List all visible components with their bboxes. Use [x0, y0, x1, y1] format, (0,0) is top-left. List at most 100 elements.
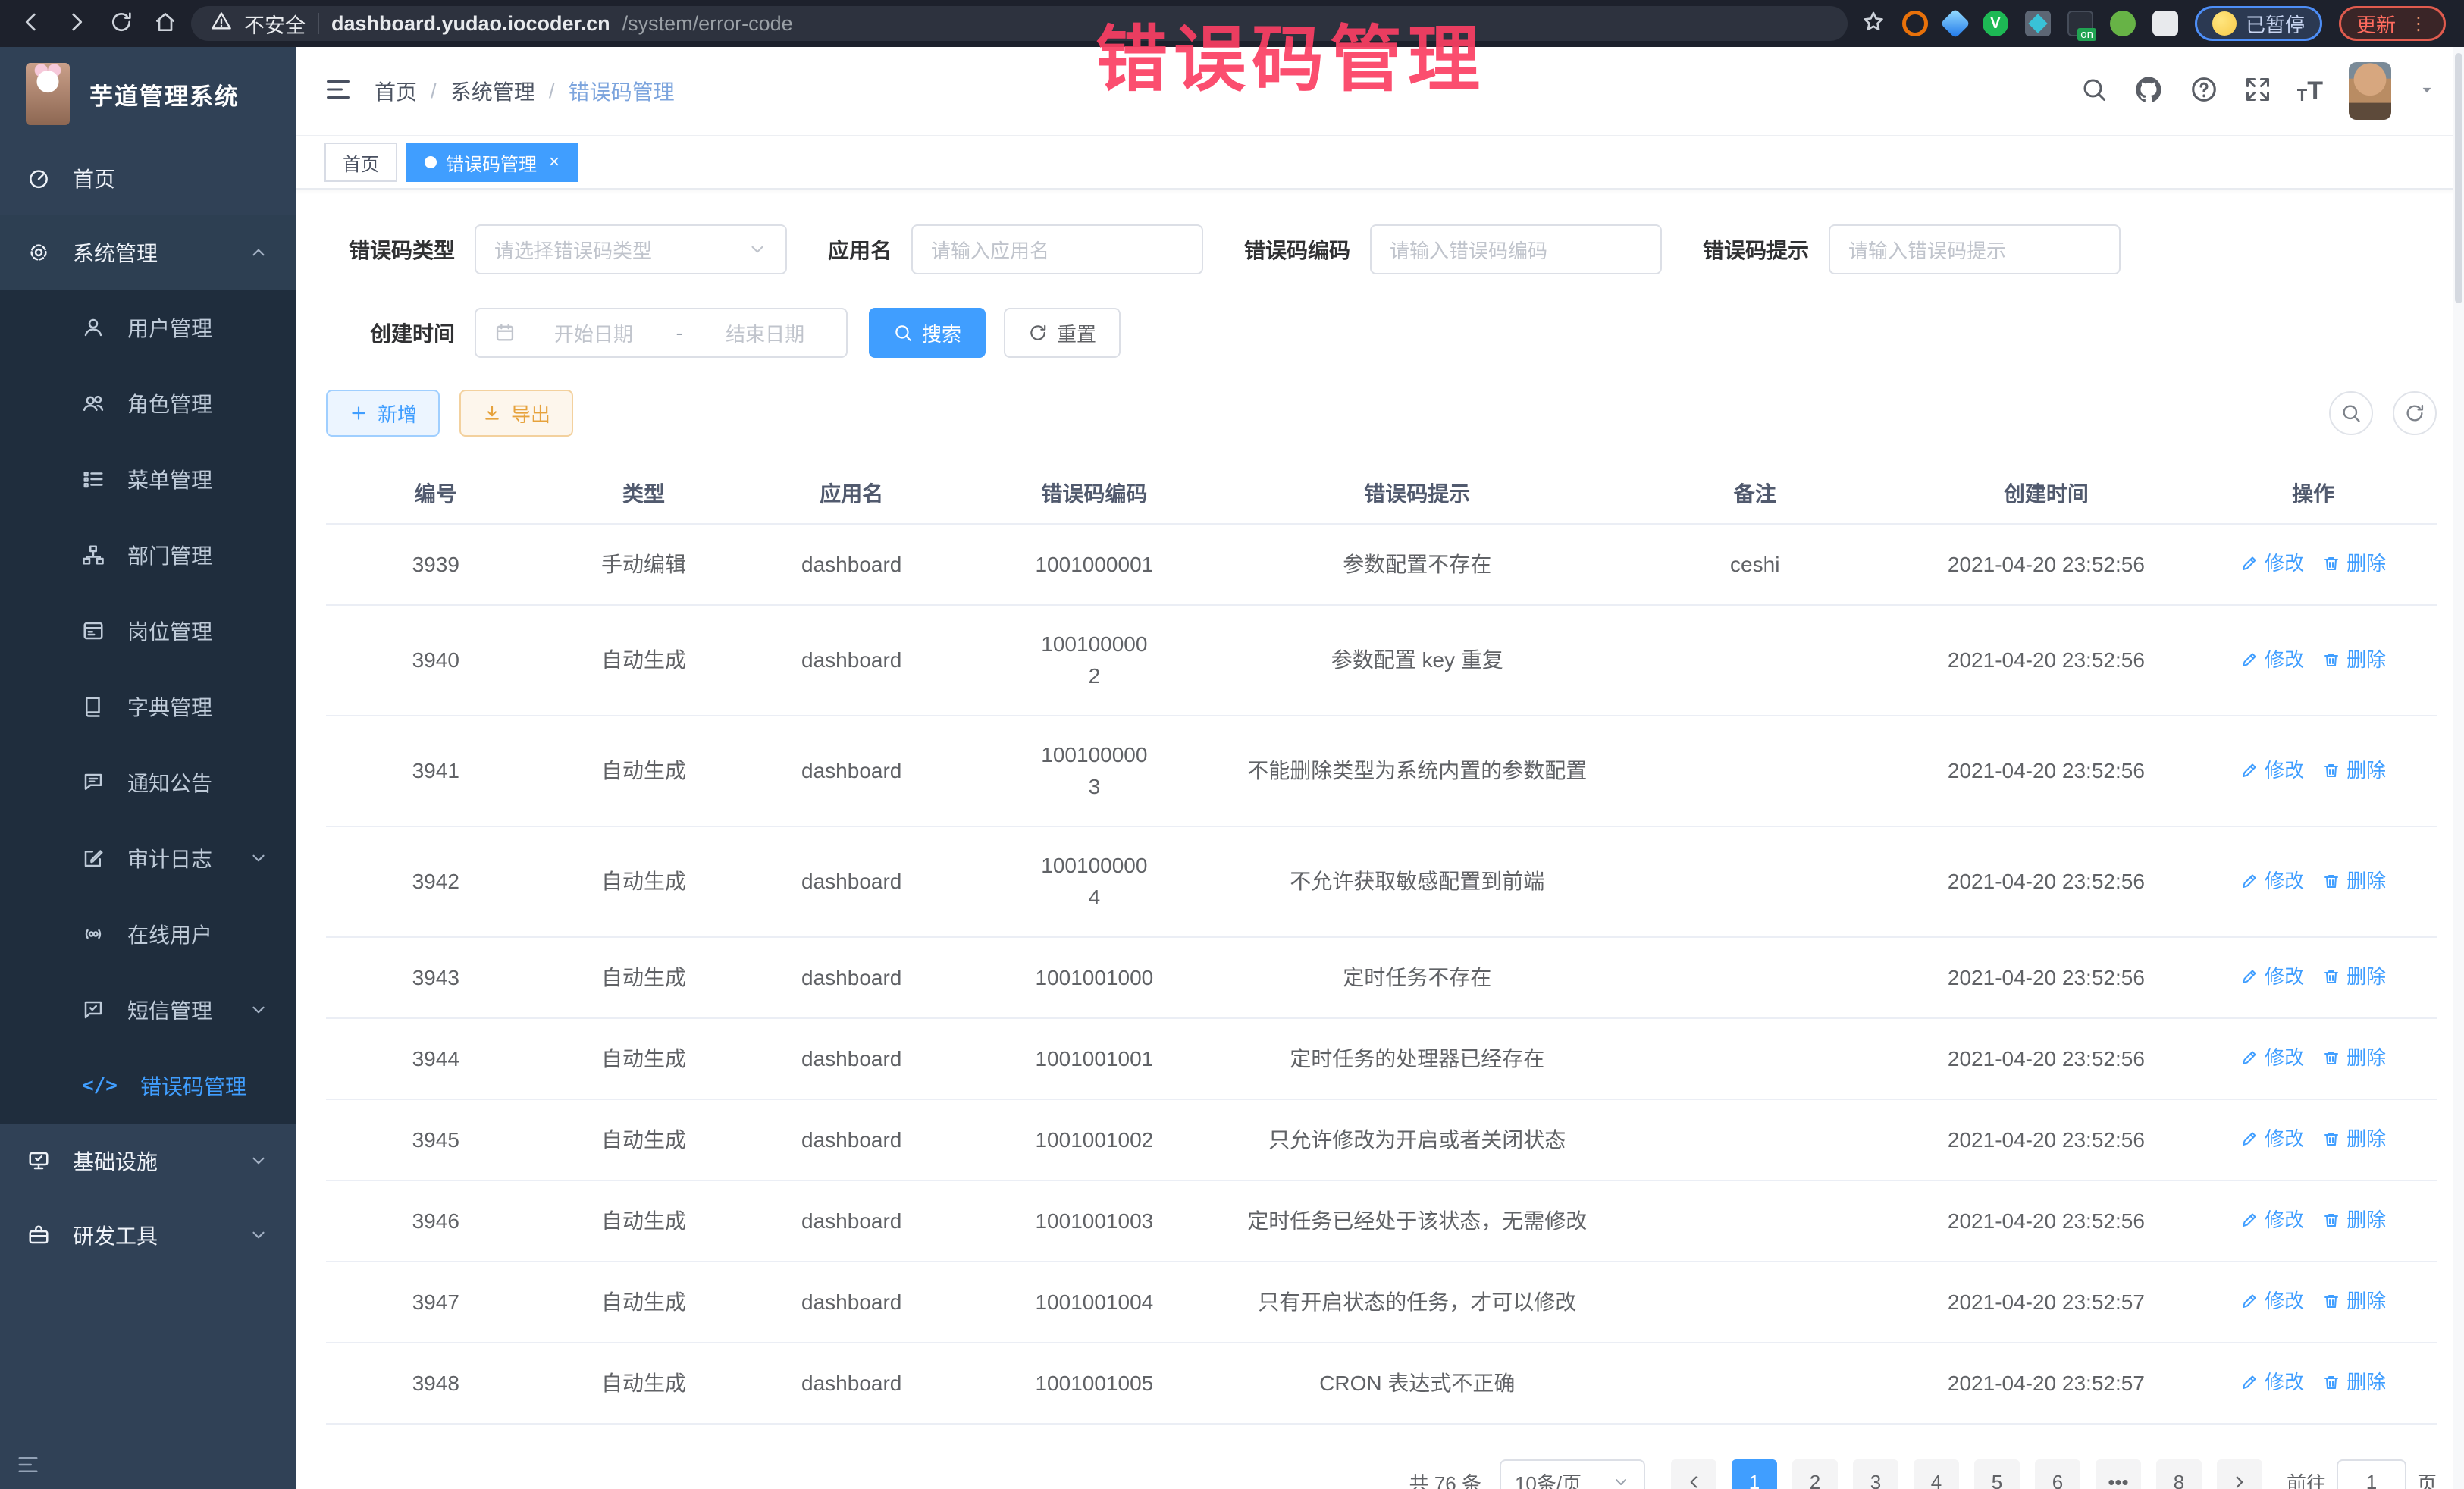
app-name-input[interactable]: 请输入应用名	[911, 224, 1203, 274]
show-search-toggle-button[interactable]	[2329, 391, 2373, 435]
browser-reload-icon[interactable]	[109, 10, 133, 38]
page-size-select[interactable]: 10条/页	[1500, 1459, 1645, 1489]
close-tag-icon[interactable]: ×	[549, 152, 560, 173]
page-number-button[interactable]: 2	[1792, 1459, 1838, 1489]
page-number-button[interactable]: •••	[2096, 1459, 2141, 1489]
extension-orange-icon[interactable]	[1902, 11, 1928, 36]
goto-page-input[interactable]: 1	[2337, 1459, 2406, 1489]
bookmark-star-icon[interactable]	[1861, 10, 1886, 38]
sidebar-item-departments[interactable]: 部门管理	[0, 517, 296, 593]
sidebar-item-home[interactable]: 首页	[0, 141, 296, 215]
refresh-table-button[interactable]	[2393, 391, 2437, 435]
extensions-puzzle-icon[interactable]	[2152, 11, 2178, 36]
sidebar-item-system[interactable]: 系统管理	[0, 215, 296, 290]
edit-link[interactable]: 修改	[2240, 1123, 2304, 1155]
page-number-button[interactable]: 1	[1732, 1459, 1777, 1489]
delete-link[interactable]: 删除	[2322, 865, 2386, 897]
browser-forward-icon[interactable]	[64, 9, 89, 39]
page-number-button[interactable]: 5	[1974, 1459, 2020, 1489]
browser-update-button[interactable]: 更新 ⋮	[2339, 6, 2446, 41]
hamburger-icon[interactable]	[324, 76, 352, 107]
sidebar-item-sms[interactable]: 短信管理	[0, 972, 296, 1048]
edit-link[interactable]: 修改	[2240, 1204, 2304, 1236]
breadcrumb-current: 错误码管理	[569, 76, 675, 106]
delete-link[interactable]: 删除	[2322, 1123, 2386, 1155]
sidebar-item-roles[interactable]: 角色管理	[0, 365, 296, 441]
cell-type: 自动生成	[546, 1262, 742, 1343]
sidebar-item-audit-log[interactable]: 审计日志	[0, 820, 296, 896]
cell-type: 自动生成	[546, 937, 742, 1018]
delete-link[interactable]: 删除	[2322, 547, 2386, 579]
browser-back-icon[interactable]	[18, 9, 44, 39]
edit-link[interactable]: 修改	[2240, 547, 2304, 579]
delete-link[interactable]: 删除	[2322, 1042, 2386, 1074]
delete-link[interactable]: 删除	[2322, 754, 2386, 786]
date-start-input[interactable]: 开始日期	[531, 319, 657, 347]
error-code-input[interactable]: 请输入错误码编码	[1370, 224, 1662, 274]
extension-key-icon[interactable]	[2110, 11, 2136, 36]
search-button[interactable]: 搜索	[869, 308, 986, 358]
page-number-button[interactable]: 4	[1914, 1459, 1959, 1489]
sidebar-collapse-icon[interactable]	[17, 1453, 39, 1480]
cell-id: 3942	[326, 826, 546, 937]
sidebar-item-users[interactable]: 用户管理	[0, 290, 296, 365]
delete-link[interactable]: 删除	[2322, 961, 2386, 992]
header-search-icon[interactable]	[2080, 76, 2108, 107]
next-page-button[interactable]	[2217, 1459, 2262, 1489]
edit-link[interactable]: 修改	[2240, 754, 2304, 786]
extension-green-icon[interactable]: V	[1983, 11, 2008, 36]
extension-grid-icon[interactable]	[2025, 11, 2051, 36]
address-bar[interactable]: 不安全 dashboard.yudao.iocoder.cn/system/er…	[191, 6, 1848, 41]
sidebar-item-online-users[interactable]: 在线用户	[0, 896, 296, 972]
date-end-input[interactable]: 结束日期	[702, 319, 828, 347]
browser-menu-kebab-icon[interactable]: ⋮	[2409, 13, 2428, 35]
prev-page-button[interactable]	[1671, 1459, 1716, 1489]
fullscreen-icon[interactable]	[2244, 76, 2271, 107]
delete-link[interactable]: 删除	[2322, 1366, 2386, 1398]
page-number-button[interactable]: 6	[2035, 1459, 2080, 1489]
delete-link[interactable]: 删除	[2322, 644, 2386, 676]
trash-icon	[2322, 1292, 2340, 1310]
page-scrollbar[interactable]	[2453, 47, 2464, 1489]
sidebar-item-notices[interactable]: 通知公告	[0, 744, 296, 820]
tag-home[interactable]: 首页	[324, 143, 397, 182]
sidebar-item-infrastructure[interactable]: 基础设施	[0, 1124, 296, 1198]
github-icon[interactable]	[2133, 74, 2164, 108]
edit-link[interactable]: 修改	[2240, 865, 2304, 897]
tag-error-codes[interactable]: 错误码管理 ×	[406, 143, 578, 182]
edit-link[interactable]: 修改	[2240, 1366, 2304, 1398]
error-type-select[interactable]: 请选择错误码类型	[475, 224, 787, 274]
help-icon[interactable]	[2190, 75, 2218, 108]
extension-on-badge-icon[interactable]	[2067, 11, 2093, 36]
delete-link[interactable]: 删除	[2322, 1204, 2386, 1236]
edit-link[interactable]: 修改	[2240, 644, 2304, 676]
reset-button[interactable]: 重置	[1004, 308, 1121, 358]
add-button[interactable]: 新增	[326, 390, 440, 437]
date-range-picker[interactable]: 开始日期 - 结束日期	[475, 308, 848, 358]
extension-gem-icon[interactable]	[1940, 8, 1970, 39]
profile-paused-badge[interactable]: 已暂停	[2195, 6, 2322, 41]
user-avatar[interactable]	[2349, 62, 2391, 120]
browser-home-icon[interactable]	[153, 10, 177, 38]
sidebar-item-error-codes[interactable]: </> 错误码管理	[0, 1048, 296, 1124]
cell-actions: 修改删除	[2190, 1180, 2437, 1262]
error-message-input[interactable]: 请输入错误码提示	[1829, 224, 2121, 274]
text-size-icon[interactable]: TT	[2297, 78, 2323, 104]
page-number-button[interactable]: 8	[2156, 1459, 2202, 1489]
sidebar-item-posts[interactable]: 岗位管理	[0, 593, 296, 669]
delete-link[interactable]: 删除	[2322, 1285, 2386, 1317]
avatar-caret-down-icon[interactable]	[2417, 80, 2437, 103]
breadcrumb-home[interactable]: 首页	[375, 76, 417, 106]
sidebar-item-dev-tools[interactable]: 研发工具	[0, 1198, 296, 1272]
cell-app: dashboard	[741, 1343, 961, 1424]
breadcrumb-system[interactable]: 系统管理	[450, 76, 535, 106]
sidebar-item-menus[interactable]: 菜单管理	[0, 441, 296, 517]
cell-remark	[1607, 1180, 1903, 1262]
sidebar-item-dictionary[interactable]: 字典管理	[0, 669, 296, 744]
export-button[interactable]: 导出	[459, 390, 573, 437]
cell-type: 自动生成	[546, 605, 742, 716]
edit-link[interactable]: 修改	[2240, 961, 2304, 992]
page-number-button[interactable]: 3	[1853, 1459, 1898, 1489]
edit-link[interactable]: 修改	[2240, 1042, 2304, 1074]
edit-link[interactable]: 修改	[2240, 1285, 2304, 1317]
